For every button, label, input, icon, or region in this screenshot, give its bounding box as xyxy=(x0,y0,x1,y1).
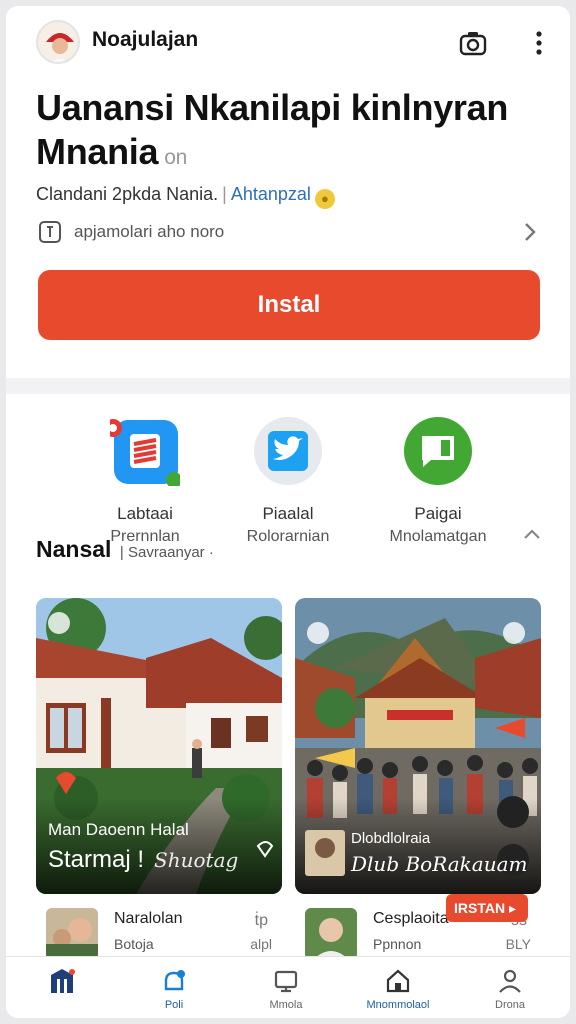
install-button[interactable]: Instal xyxy=(38,270,540,340)
nav-notifications-label: Poli xyxy=(164,999,184,1011)
meta-separator: | xyxy=(222,184,227,204)
home-logo-icon xyxy=(51,969,75,993)
chevron-up-icon[interactable] xyxy=(520,522,544,546)
card-badge-icon xyxy=(48,612,70,634)
list-item-title: Naralolan xyxy=(114,910,183,927)
share-item-1-label: Labtaai xyxy=(117,504,173,523)
chat-icon xyxy=(404,417,472,485)
app-meta: Clandani 2pkda Nania. | Ahtanpzal ● xyxy=(36,184,335,209)
section-subtitle: | Savraanyar · xyxy=(119,544,214,561)
app-title-text: Uanansi Nkanilapi kinlnyran Mnania xyxy=(36,87,509,172)
app-header-title: Noajulajan xyxy=(92,28,199,51)
card-2-caption: Dlobdlolraia xyxy=(351,830,431,847)
camera-icon[interactable] xyxy=(458,28,488,58)
share-item-2-label: Piaalal xyxy=(262,504,314,523)
share-item-2[interactable]: Piaalal Rolorarnian xyxy=(213,414,363,554)
list-item-thumbnail xyxy=(46,908,98,960)
house-icon xyxy=(386,969,410,993)
share-item-3-label: Paigai xyxy=(414,504,462,523)
nav-notifications[interactable]: Poli xyxy=(118,957,230,1018)
list-item-subtitle: Ppnnon xyxy=(373,936,422,952)
info-row[interactable]: apjamolari aho noro xyxy=(36,218,546,254)
share-item-3-sublabel: Mnolamatgan xyxy=(389,528,487,545)
list-item-subtitle: Botoja xyxy=(114,936,154,952)
person-icon xyxy=(499,969,521,993)
twitter-icon xyxy=(254,417,322,485)
nav-profile-label: Drona xyxy=(495,999,525,1011)
card-1-headline-text: Starmaj ! xyxy=(48,846,145,873)
list-item-meta-2: BLY xyxy=(505,936,531,952)
card-1-script: Shuotag xyxy=(154,848,239,872)
share-item-3[interactable]: Paigai Mnolamatgan xyxy=(363,414,513,554)
install-tag-button[interactable]: IRSTAN ▸ xyxy=(446,894,528,922)
category-link[interactable]: Ahtanpzal xyxy=(231,184,311,204)
section-divider xyxy=(6,378,570,394)
list-item-meta-2: alpl xyxy=(250,936,272,952)
section-header: Nansal | Savraanyar · xyxy=(36,536,214,563)
info-box-icon xyxy=(39,221,61,243)
share-item-2-sublabel: Rolorarnian xyxy=(246,528,330,545)
card-1-caption: Man Daoenn Halal xyxy=(48,820,189,839)
nav-screen[interactable]: Mmola xyxy=(230,957,342,1018)
app-title: Uanansi Nkanilapi kinlnyran Mnania on xyxy=(36,86,556,180)
app-title-suffix: on xyxy=(164,146,187,169)
card-1-headline: Starmaj ! Shuotag xyxy=(48,846,238,874)
section-title: Nansal xyxy=(36,536,112,562)
list-item-thumbnail xyxy=(305,908,357,960)
nav-home[interactable] xyxy=(6,957,118,1018)
section-subtitle-text: Savraanyar xyxy=(127,544,205,561)
developer-avatar[interactable] xyxy=(36,20,80,64)
bottom-nav: Poli Mmola Mnommolaol Drona xyxy=(6,956,570,1018)
info-text: apjamolari aho noro xyxy=(74,222,225,241)
nav-house[interactable]: Mnommolaol xyxy=(342,957,454,1018)
festival-crowd-image xyxy=(295,598,541,894)
nav-profile[interactable]: Drona xyxy=(454,957,566,1018)
app-details-screen: Noajulajan Uanansi Nkanilapi kinlnyran M… xyxy=(6,6,570,1018)
header: Noajulajan xyxy=(6,6,570,82)
red-app-icon xyxy=(110,419,180,486)
card-badge-icon xyxy=(307,622,329,644)
card-check-icon xyxy=(503,622,525,644)
list-item-meta: ṫp xyxy=(254,912,268,929)
feature-card-1[interactable]: Man Daoenn Halal Starmaj ! Shuotag xyxy=(36,598,282,894)
developer-name[interactable]: Clandani 2pkda Nania. xyxy=(36,184,218,204)
bell-icon xyxy=(164,970,185,991)
chevron-right-icon xyxy=(525,223,536,241)
nav-house-label: Mnommolaol xyxy=(366,999,430,1011)
card-2-headline: Dlub BoRakauam xyxy=(351,852,528,876)
nav-screen-label: Mmola xyxy=(269,999,303,1011)
coin-icon: ● xyxy=(314,189,335,209)
screen-icon xyxy=(274,970,298,993)
share-item-1[interactable]: Labtaai Prernnlan xyxy=(70,414,220,554)
install-tag-label: IRSTAN xyxy=(454,900,506,916)
feature-card-2[interactable]: Dlobdlolraia Dlub BoRakauam xyxy=(295,598,541,894)
more-vert-icon[interactable] xyxy=(524,28,554,58)
list-item-title: Cesplaoita xyxy=(373,910,449,927)
